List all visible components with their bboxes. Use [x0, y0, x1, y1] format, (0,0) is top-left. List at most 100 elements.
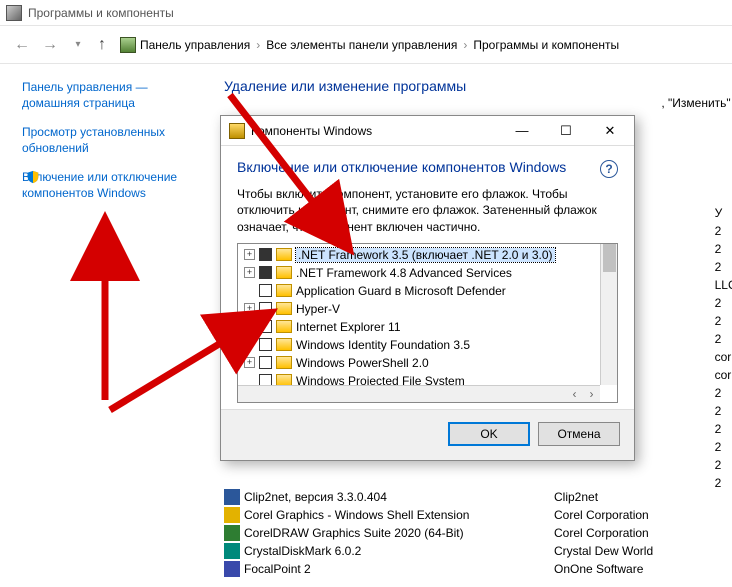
program-icon	[224, 489, 240, 505]
vertical-scrollbar[interactable]	[600, 244, 617, 385]
program-publisher: OnOne Software	[554, 562, 714, 576]
cancel-button[interactable]: Отмена	[538, 422, 620, 446]
program-publisher: Clip2net	[554, 490, 714, 504]
list-fragment: У	[715, 204, 732, 222]
dialog-description: Чтобы включить компонент, установите его…	[237, 186, 618, 235]
folder-icon	[276, 284, 292, 297]
nav-link-windows-features[interactable]: Включение или отключение компонентов Win…	[22, 170, 202, 201]
program-icon	[224, 543, 240, 559]
feature-label[interactable]: .NET Framework 4.8 Advanced Services	[296, 266, 512, 280]
windows-features-dialog: Компоненты Windows — ☐ ✕ ? Включение или…	[220, 115, 635, 461]
list-fragment: 2	[715, 258, 732, 276]
program-row[interactable]: Clip2net, версия 3.3.0.404Clip2net	[224, 488, 724, 506]
folder-icon	[276, 338, 292, 351]
breadcrumb-separator: ›	[256, 38, 260, 52]
folder-icon	[276, 302, 292, 315]
list-fragment: 2	[715, 402, 732, 420]
feature-tree-item[interactable]: + .NET Framework 4.8 Advanced Services	[238, 264, 617, 282]
list-fragment: 2	[715, 294, 732, 312]
program-row[interactable]: CorelDRAW Graphics Suite 2020 (64-Bit)Co…	[224, 524, 724, 542]
list-fragment: 2	[715, 384, 732, 402]
program-name: CrystalDiskMark 6.0.2	[244, 544, 554, 558]
breadcrumb-item[interactable]: Программы и компоненты	[473, 38, 619, 52]
feature-tree-item[interactable]: Application Guard в Microsoft Defender	[238, 282, 617, 300]
installed-programs-list: Clip2net, версия 3.3.0.404Clip2netCorel …	[224, 488, 724, 578]
program-row[interactable]: FocalPoint 2OnOne Software	[224, 560, 724, 578]
feature-tree-item[interactable]: + Windows PowerShell 2.0	[238, 354, 617, 372]
feature-label[interactable]: Hyper-V	[296, 302, 340, 316]
maximize-button[interactable]: ☐	[544, 117, 588, 145]
nav-history-button[interactable]: ▾	[64, 31, 92, 59]
program-publisher: Corel Corporation	[554, 526, 714, 540]
feature-checkbox[interactable]	[259, 248, 272, 261]
expand-button[interactable]: +	[244, 267, 255, 278]
folder-icon	[276, 266, 292, 279]
ok-button[interactable]: OK	[448, 422, 530, 446]
program-icon	[224, 525, 240, 541]
window-titlebar: Программы и компоненты	[0, 0, 732, 26]
nav-forward-button: →	[36, 31, 64, 59]
hint-fragment: , "Изменить" или "	[661, 96, 732, 110]
left-navigation: Панель управления — домашняя страница Пр…	[0, 64, 210, 587]
feature-checkbox[interactable]	[259, 356, 272, 369]
feature-checkbox[interactable]	[259, 338, 272, 351]
program-icon	[224, 507, 240, 523]
close-button[interactable]: ✕	[588, 117, 632, 145]
feature-tree-item[interactable]: Windows Identity Foundation 3.5	[238, 336, 617, 354]
list-fragment: LLC	[715, 276, 732, 294]
list-fragment: corporated	[715, 366, 732, 384]
expand-button[interactable]: +	[244, 357, 255, 368]
feature-label[interactable]: Application Guard в Microsoft Defender	[296, 284, 506, 298]
dialog-button-bar: OK Отмена	[221, 409, 634, 460]
program-publisher: Corel Corporation	[554, 508, 714, 522]
feature-checkbox[interactable]	[259, 320, 272, 333]
feature-tree-item[interactable]: + .NET Framework 3.5 (включает .NET 2.0 и…	[238, 246, 617, 264]
scroll-left-arrow[interactable]: ‹	[566, 387, 583, 401]
minimize-button[interactable]: —	[500, 117, 544, 145]
breadcrumb-separator: ›	[463, 38, 467, 52]
list-fragment: 2	[715, 312, 732, 330]
nav-link-home[interactable]: Панель управления — домашняя страница	[22, 80, 202, 111]
feature-checkbox[interactable]	[259, 302, 272, 315]
expand-button[interactable]: +	[244, 303, 255, 314]
feature-checkbox[interactable]	[259, 266, 272, 279]
horizontal-scrollbar[interactable]: ‹ ›	[238, 385, 600, 402]
program-name: FocalPoint 2	[244, 562, 554, 576]
program-row[interactable]: CrystalDiskMark 6.0.2Crystal Dew World	[224, 542, 724, 560]
program-icon	[224, 561, 240, 577]
scroll-right-arrow[interactable]: ›	[583, 387, 600, 401]
program-publisher: Crystal Dew World	[554, 544, 714, 558]
dialog-heading: Включение или отключение компонентов Win…	[237, 158, 618, 176]
feature-checkbox[interactable]	[259, 284, 272, 297]
breadcrumb: Панель управления › Все элементы панели …	[140, 38, 619, 52]
expand-spacer	[244, 321, 255, 332]
help-icon[interactable]: ?	[600, 160, 618, 178]
nav-up-button[interactable]: ↑	[92, 31, 112, 59]
feature-label[interactable]: .NET Framework 3.5 (включает .NET 2.0 и …	[296, 248, 555, 262]
list-fragment: corporated	[715, 348, 732, 366]
expand-spacer	[244, 339, 255, 350]
nav-back-button[interactable]: ←	[8, 31, 36, 59]
features-tree[interactable]: + .NET Framework 3.5 (включает .NET 2.0 и…	[237, 243, 618, 403]
list-fragment: 2	[715, 420, 732, 438]
program-row[interactable]: Corel Graphics - Windows Shell Extension…	[224, 506, 724, 524]
nav-link-updates[interactable]: Просмотр установленных обновлений	[22, 125, 202, 156]
program-name: Clip2net, версия 3.3.0.404	[244, 490, 554, 504]
expand-button[interactable]: +	[244, 249, 255, 260]
breadcrumb-item[interactable]: Панель управления	[140, 38, 250, 52]
feature-label[interactable]: Windows PowerShell 2.0	[296, 356, 429, 370]
feature-label[interactable]: Internet Explorer 11	[296, 320, 401, 334]
dialog-title: Компоненты Windows	[251, 124, 500, 138]
folder-icon	[276, 320, 292, 333]
breadcrumb-item[interactable]: Все элементы панели управления	[266, 38, 457, 52]
list-fragment: 2	[715, 330, 732, 348]
dialog-titlebar[interactable]: Компоненты Windows — ☐ ✕	[221, 116, 634, 146]
folder-icon	[276, 248, 292, 261]
list-fragment: 2	[715, 222, 732, 240]
feature-label[interactable]: Windows Identity Foundation 3.5	[296, 338, 470, 352]
feature-tree-item[interactable]: Internet Explorer 11	[238, 318, 617, 336]
shield-icon	[26, 170, 40, 184]
list-fragment: 2	[715, 438, 732, 456]
program-name: Corel Graphics - Windows Shell Extension	[244, 508, 554, 522]
feature-tree-item[interactable]: + Hyper-V	[238, 300, 617, 318]
